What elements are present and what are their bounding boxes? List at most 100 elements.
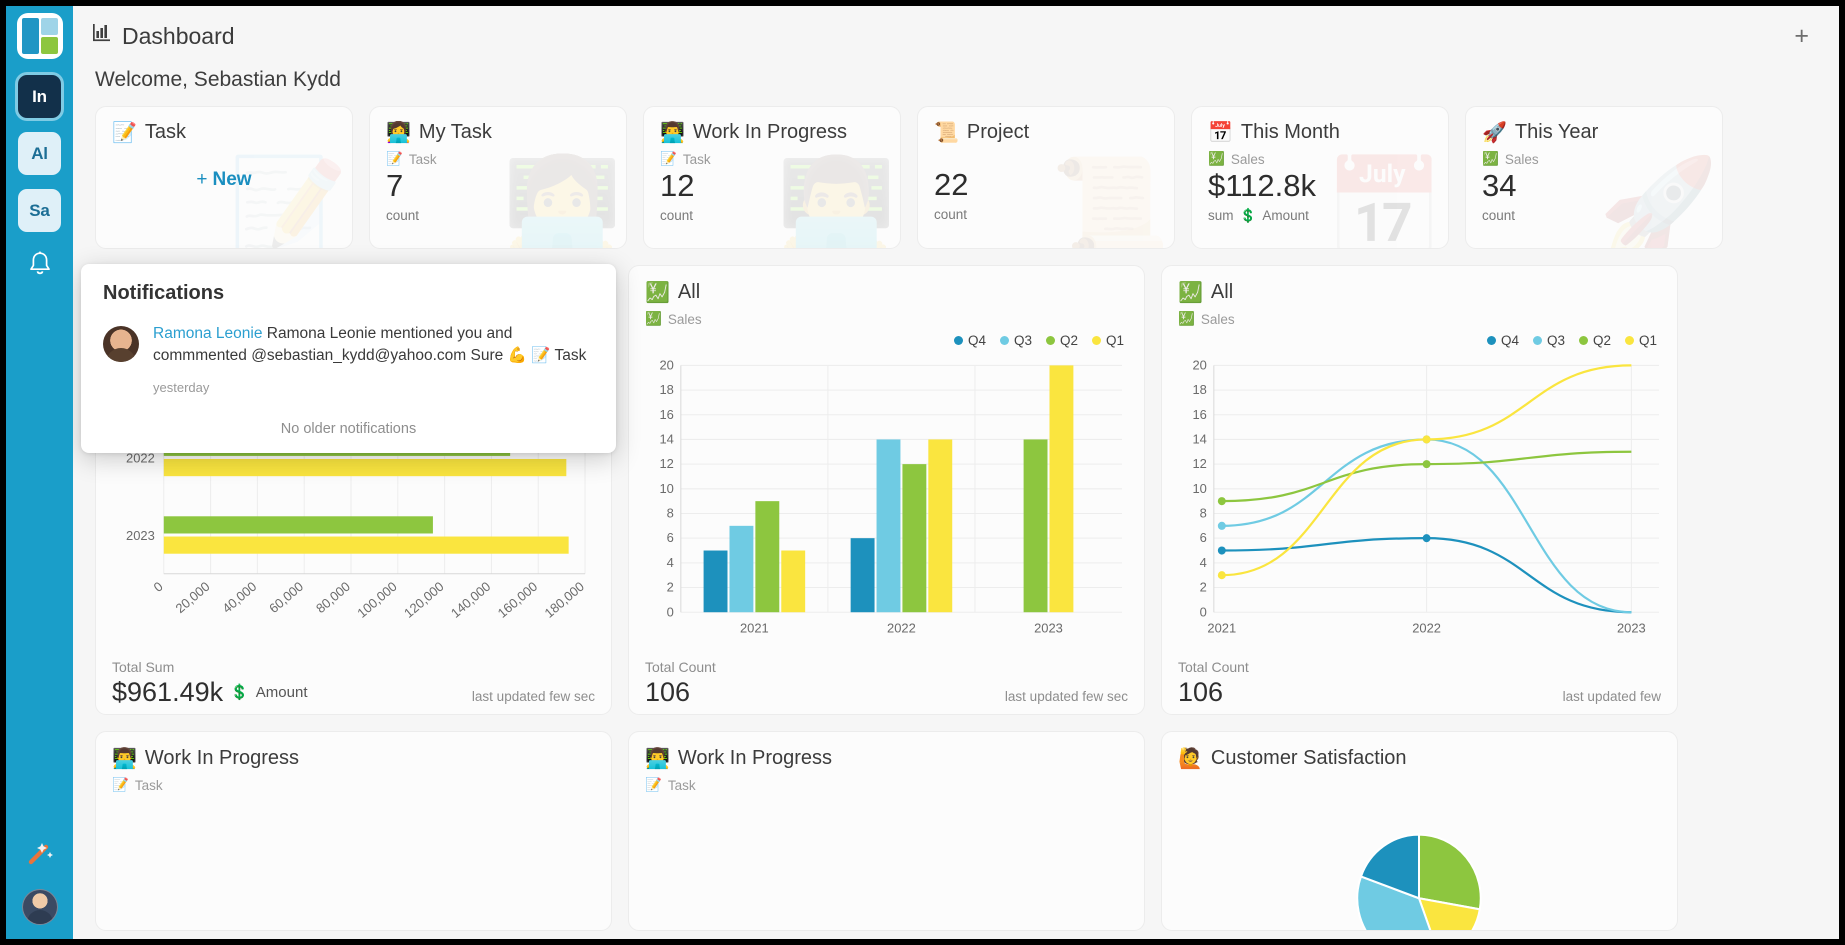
app-logo[interactable] [16,13,63,59]
add-widget-button[interactable]: + [1786,22,1817,51]
magic-wand-icon[interactable] [25,838,55,873]
kpi-card-work-in-progress-value: 12 [660,168,695,203]
kpi-card-my-task-subtitle: 📝 Task [386,151,610,167]
legend-item-q2[interactable]: Q2 [1045,333,1078,348]
notification-item[interactable]: Ramona Leonie Ramona Leonie mentioned yo… [103,323,594,395]
y-tick-label: 12 [659,456,673,471]
bottom-card-1-subtitle-text: Task [134,777,163,793]
kpi-card-my-task-title: My Task [418,121,492,143]
kpi-card-this-month-title: This Month [1240,121,1340,143]
legend-item-q3[interactable]: Q3 [1532,333,1565,348]
line-point-q4-1 [1422,534,1431,543]
kpi-card-this-month-value: $112.8k [1208,168,1317,203]
legend-dot-icon [1045,336,1055,345]
bar-total-value: 106 [645,676,691,707]
legend-item-q3[interactable]: Q3 [999,333,1032,348]
x-tick-label: 0 [151,579,166,595]
bar-q1-2022 [928,439,953,613]
kpi-card-this-month[interactable]: 📅 This Month 💹 Sales $112.8k sum 💲 Amoun… [1191,106,1449,249]
x-tick-label: 2021 [1207,620,1236,635]
chart-increasing-yen-icon: 💹 [645,282,670,304]
kpi-card-work-in-progress-subtitle: 📝 Task [660,151,884,167]
bar-q4-2022 [850,538,875,613]
bottom-card-1-header: 👨‍💻 Work In Progress [112,746,595,771]
man-technologist-icon: 👨‍💻 [112,748,137,770]
y-tick-label: 20 [659,357,673,372]
x-tick-label: 180,000 [542,579,587,621]
legend-label: Q2 [1592,333,1611,348]
bottom-card-3-header: 🙋 Customer Satisfaction [1178,746,1661,771]
plus-icon: + [196,168,208,190]
top-bar: Dashboard + [73,6,1839,66]
kpi-card-work-in-progress-footer: count [660,207,694,223]
kpi-card-my-task-value: 7 [386,168,404,203]
legend-label: Q4 [1500,333,1519,348]
legend-label: Q3 [1546,333,1565,348]
chart-increasing-yen-icon: 💹 [1482,151,1499,166]
x-tick-label: 2022 [887,620,916,635]
bar-q2-2021 [755,501,780,613]
notifications-title: Notifications [103,282,225,304]
bar-q1-2023 [1049,365,1074,613]
memo-icon: 📝 [112,777,129,792]
scroll-icon: 📜 [934,122,959,144]
legend-label: Q3 [1013,333,1032,348]
x-tick-label: 140,000 [448,579,493,621]
x-tick-label: 80,000 [313,579,353,616]
legend-item-q1[interactable]: Q1 [1091,333,1124,348]
sidebar-tile-in[interactable]: In [18,75,61,118]
notification-text: Ramona Leonie Ramona Leonie mentioned yo… [153,323,594,368]
chart-card-vertical-bar[interactable]: 💹 All 💹 Sales Q4 Q3 Q2 Q1 0 2 4 6 8 10 12 14 16 18 20… [628,265,1145,715]
kpi-card-this-year-subtitle: 💹 Sales [1482,151,1706,167]
legend-item-q4[interactable]: Q4 [953,333,986,348]
bottom-card-work-in-progress-2[interactable]: 👨‍💻 Work In Progress 📝 Task [628,731,1145,931]
dollar-icon: 💲 [1239,207,1257,223]
bottom-card-1-subtitle: 📝 Task [112,777,595,793]
kpi-card-task[interactable]: 📝 Task 📝 + New [95,106,353,249]
legend-dot-icon [1091,336,1101,345]
kpi-card-this-month-footer: sum 💲 Amount [1208,208,1432,224]
line-total-label: Total Count [1178,658,1249,675]
x-tick-label: 2022 [1412,620,1441,635]
legend-item-q4[interactable]: Q4 [1486,333,1519,348]
new-task-button[interactable]: + New [96,169,352,191]
legend-dot-icon [953,336,963,345]
kpi-card-my-task[interactable]: 👩‍💻 My Task 📝 Task 7 count 👩‍💻 [369,106,627,249]
legend-item-q2[interactable]: Q2 [1578,333,1611,348]
chart-card-line[interactable]: 💹 All 💹 Sales Q4 Q3 Q2 Q1 0 2 4 6 8 10 12 14 16 18 20… [1161,265,1678,715]
hbar-total-value: $961.49k [112,676,224,707]
kpi-card-this-year[interactable]: 🚀 This Year 💹 Sales 34 count 🚀 [1465,106,1723,249]
bottom-card-2-title: Work In Progress [677,747,833,769]
chart-card-line-footer: Total Count 106 last updated few [1178,653,1661,708]
customer-satisfaction-pie-plot [1178,775,1661,930]
chart-card-vertical-bar-subtitle-text: Sales [667,311,702,327]
line-point-q2-0 [1217,497,1226,506]
sidebar-tile-sa[interactable]: Sa [18,189,61,232]
user-avatar[interactable] [21,889,58,925]
sidebar-tile-al[interactable]: Al [18,132,61,175]
kpi-card-this-month-header: 📅 This Month [1208,120,1432,145]
notification-author-link[interactable]: Ramona Leonie [153,325,262,342]
y-tick-label: 14 [659,431,673,446]
kpi-card-project[interactable]: 📜 Project 22 count 📜 [917,106,1175,249]
new-task-label: New [212,168,252,190]
y-tick-label: 16 [1192,407,1206,422]
legend-item-q1[interactable]: Q1 [1624,333,1657,348]
kpi-card-task-title: Task [144,121,187,143]
kpi-card-work-in-progress[interactable]: 👨‍💻 Work In Progress 📝 Task 12 count 👨‍💻 [643,106,901,249]
bottom-card-customer-satisfaction[interactable]: 🙋 Customer Satisfaction [1161,731,1678,931]
kpi-card-my-task-footer: count [386,207,420,223]
kpi-card-project-header: 📜 Project [934,120,1158,145]
bottom-card-2-subtitle: 📝 Task [645,777,1128,793]
line-total-value: 106 [1178,676,1224,707]
bottom-card-work-in-progress-1[interactable]: 👨‍💻 Work In Progress 📝 Task [95,731,612,931]
chart-card-line-header: 💹 All [1178,280,1661,305]
chart-card-line-subtitle-text: Sales [1200,311,1235,327]
kpi-card-this-month-subtitle-text: Sales [1230,151,1265,167]
notifications-popup[interactable]: Notifications Ramona Leonie Ramona Leoni… [81,264,616,453]
legend-dot-icon [999,336,1009,345]
bell-icon[interactable] [27,250,53,283]
legend-dot-icon [1486,336,1496,345]
kpi-card-this-month-foot-text: sum [1208,208,1234,224]
bar-q3-2021 [729,525,754,613]
